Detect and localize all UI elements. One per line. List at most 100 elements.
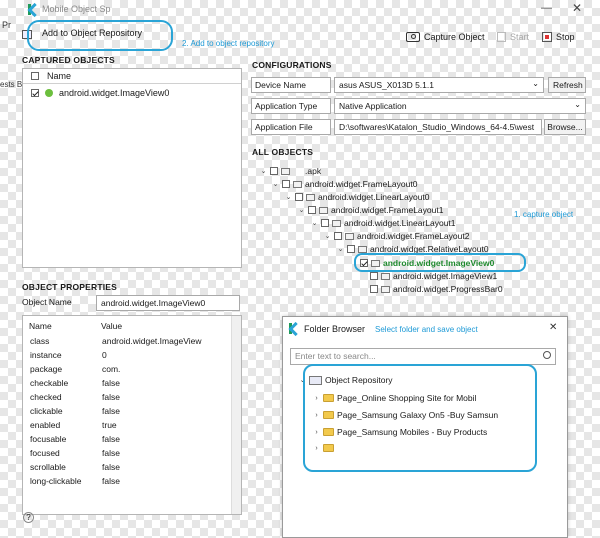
node-checkbox[interactable] bbox=[270, 167, 278, 175]
close-window-icon[interactable]: ✕ bbox=[572, 1, 582, 15]
captured-objects-panel: Name android.widget.ImageView0 bbox=[22, 68, 242, 268]
table-row[interactable]: long-clickable false bbox=[24, 475, 242, 489]
table-row[interactable]: focused false bbox=[24, 447, 242, 461]
start-icon bbox=[497, 32, 506, 42]
table-row[interactable]: checkable false bbox=[24, 377, 242, 391]
tree-node-label: android.widget.ImageView1 bbox=[393, 271, 498, 281]
node-icon bbox=[371, 259, 380, 267]
window-titlebar: Mobile Object Sp — ✕ bbox=[0, 0, 600, 18]
property-value: false bbox=[102, 378, 120, 388]
tree-node[interactable]: ⌄ android.widget.LinearLayout0 bbox=[285, 191, 430, 203]
table-row[interactable]: class android.widget.ImageView bbox=[24, 335, 242, 349]
property-value: false bbox=[102, 392, 120, 402]
folder-browser-dialog: Folder Browser Select folder and save ob… bbox=[282, 316, 568, 538]
tree-node[interactable]: ⌄ .apk bbox=[260, 165, 322, 177]
tree-node[interactable]: ⌄ android.widget.LinearLayout1 bbox=[311, 217, 456, 229]
capture-object-label: Capture Object bbox=[424, 32, 485, 42]
capture-object-button[interactable]: Capture Object bbox=[406, 32, 485, 42]
folder-item[interactable]: › Page_Samsung Mobiles - Buy Products bbox=[313, 426, 487, 438]
minimize-icon[interactable]: — bbox=[541, 2, 552, 14]
device-name-label: Device Name bbox=[251, 77, 331, 93]
captured-objects-column-header: Name bbox=[23, 69, 241, 84]
chevron-down-icon[interactable]: ⌄ bbox=[285, 193, 292, 201]
tree-node[interactable]: ⌄ android.widget.RelativeLayout0 bbox=[337, 243, 489, 255]
property-value: true bbox=[102, 420, 117, 430]
chevron-down-icon: ⌄ bbox=[532, 79, 539, 88]
stop-label: Stop bbox=[556, 32, 575, 42]
chevron-right-icon[interactable]: › bbox=[313, 429, 320, 436]
application-file-input[interactable]: D:\softwares\Katalon_Studio_Windows_64-4… bbox=[334, 119, 542, 135]
property-value: false bbox=[102, 406, 120, 416]
node-icon bbox=[293, 180, 302, 188]
device-name-value: asus ASUS_X013D 5.1.1 bbox=[339, 80, 434, 90]
repository-icon bbox=[309, 375, 322, 385]
chevron-down-icon[interactable]: ⌄ bbox=[324, 232, 331, 240]
refresh-button[interactable]: Refresh bbox=[548, 77, 586, 93]
browse-button[interactable]: Browse... bbox=[544, 119, 586, 135]
table-row[interactable]: package com. bbox=[24, 363, 242, 377]
node-checkbox[interactable] bbox=[295, 193, 303, 201]
node-checkbox[interactable] bbox=[370, 285, 378, 293]
node-checkbox[interactable] bbox=[321, 219, 329, 227]
object-properties-header: OBJECT PROPERTIES bbox=[22, 282, 118, 292]
node-icon bbox=[306, 193, 315, 201]
object-name-input[interactable]: android.widget.ImageView0 bbox=[96, 295, 240, 311]
chevron-down-icon[interactable]: ⌄ bbox=[272, 180, 279, 188]
node-checkbox[interactable] bbox=[347, 245, 355, 253]
table-row[interactable]: focusable false bbox=[24, 433, 242, 447]
table-row[interactable]: clickable false bbox=[24, 405, 242, 419]
background-window-label: Pr bbox=[2, 20, 11, 30]
folder-item-label: Page_Online Shopping Site for Mobil bbox=[337, 393, 477, 403]
captured-objects-header: CAPTURED OBJECTS bbox=[22, 55, 115, 65]
application-type-select[interactable]: Native Application ⌄ bbox=[334, 98, 586, 114]
application-file-label: Application File bbox=[251, 119, 331, 135]
property-name: long-clickable bbox=[30, 476, 82, 486]
tree-node[interactable]: android.widget.ProgressBar0 bbox=[370, 283, 503, 295]
stop-button[interactable]: Stop bbox=[542, 32, 575, 42]
folder-search-input[interactable]: Enter text to search... bbox=[290, 348, 556, 365]
annotation-step-2: 2. Add to object repository bbox=[182, 39, 275, 48]
chevron-right-icon[interactable]: › bbox=[313, 412, 320, 419]
tree-node[interactable]: ⌄ android.widget.FrameLayout0 bbox=[272, 178, 418, 190]
chevron-right-icon[interactable]: › bbox=[313, 395, 320, 402]
node-icon bbox=[281, 167, 290, 175]
tree-node-selected[interactable]: android.widget.ImageView0 bbox=[360, 257, 494, 269]
property-value: false bbox=[102, 462, 120, 472]
folder-item[interactable]: › Page_Online Shopping Site for Mobil bbox=[313, 392, 476, 404]
table-row[interactable]: enabled true bbox=[24, 419, 242, 433]
status-dot-icon bbox=[45, 89, 53, 97]
node-checkbox[interactable] bbox=[370, 272, 378, 280]
device-name-select[interactable]: asus ASUS_X013D 5.1.1 ⌄ bbox=[334, 77, 544, 93]
select-all-checkbox[interactable] bbox=[31, 72, 39, 80]
chevron-down-icon[interactable]: ⌄ bbox=[337, 245, 344, 253]
captured-object-item[interactable]: android.widget.ImageView0 bbox=[31, 88, 169, 98]
node-checkbox[interactable] bbox=[282, 180, 290, 188]
tree-node-label: android.widget.ProgressBar0 bbox=[393, 284, 503, 294]
tree-node[interactable]: android.widget.ImageView1 bbox=[370, 270, 497, 282]
property-name: class bbox=[30, 336, 50, 346]
tree-node[interactable]: ⌄ android.widget.FrameLayout2 bbox=[324, 230, 470, 242]
chevron-down-icon[interactable]: ⌄ bbox=[260, 167, 267, 175]
chevron-down-icon[interactable]: ⌄ bbox=[299, 376, 306, 384]
captured-object-checkbox[interactable] bbox=[31, 89, 39, 97]
chevron-down-icon[interactable]: ⌄ bbox=[311, 219, 318, 227]
node-checkbox[interactable] bbox=[308, 206, 316, 214]
node-checkbox[interactable] bbox=[360, 259, 368, 267]
chevron-down-icon[interactable]: ⌄ bbox=[298, 206, 305, 214]
close-dialog-icon[interactable]: ✕ bbox=[549, 322, 557, 333]
folder-item[interactable]: › Page_Samsung Galaxy On5 -Buy Samsun bbox=[313, 409, 498, 421]
tree-node[interactable]: ⌄ android.widget.FrameLayout1 bbox=[298, 204, 444, 216]
node-checkbox[interactable] bbox=[334, 232, 342, 240]
property-name: clickable bbox=[30, 406, 63, 416]
repository-root-node[interactable]: ⌄ Object Repository bbox=[299, 374, 393, 386]
table-row[interactable]: checked false bbox=[24, 391, 242, 405]
table-row[interactable]: instance 0 bbox=[24, 349, 242, 363]
start-button[interactable]: Start bbox=[497, 32, 529, 42]
add-to-object-repository-button[interactable]: Add to Object Repository bbox=[22, 28, 142, 39]
help-icon[interactable]: ? bbox=[23, 512, 34, 523]
folder-search-placeholder: Enter text to search... bbox=[295, 351, 376, 361]
chevron-right-icon[interactable]: › bbox=[313, 445, 320, 452]
folder-item[interactable]: › bbox=[313, 442, 337, 454]
tree-node-label: android.widget.FrameLayout2 bbox=[357, 231, 470, 241]
table-row[interactable]: scrollable false bbox=[24, 461, 242, 475]
